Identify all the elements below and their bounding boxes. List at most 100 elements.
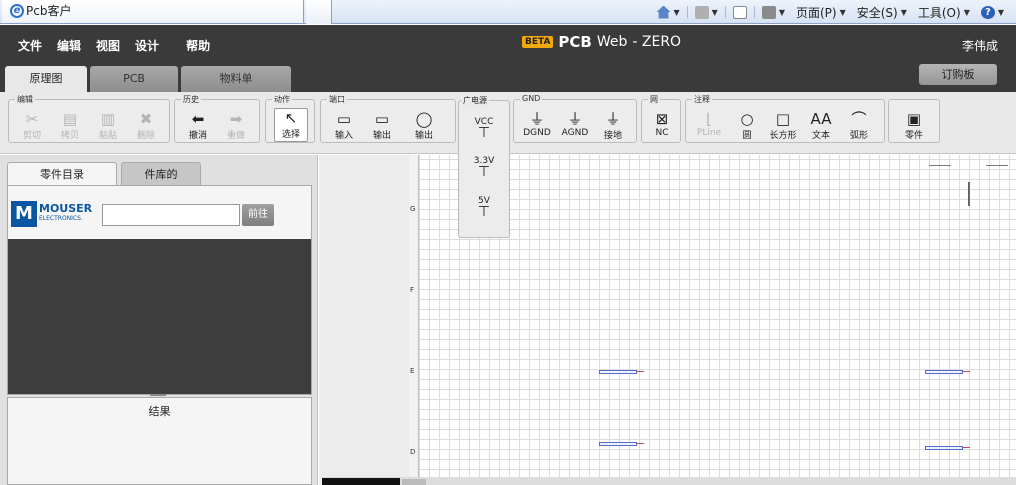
toolgroup-title: GND	[520, 94, 543, 103]
mail-button[interactable]	[729, 1, 751, 23]
horizontal-scrollbar-track[interactable]	[322, 478, 400, 485]
copy-button[interactable]: ▤ 拷贝	[53, 110, 87, 141]
page-menu[interactable]: 页面(P) ▼	[792, 1, 850, 23]
paste-icon: ▥	[100, 110, 116, 128]
horizontal-scrollbar-thumb[interactable]	[402, 479, 426, 485]
dgnd-button[interactable]: ⏚ DGND	[520, 110, 554, 138]
tab-parts-catalog[interactable]: 零件目录	[7, 162, 117, 186]
mouser-wordmark: MOUSER ELECTRONICS.	[39, 203, 92, 224]
view-tabs: 原理图 PCB 物料单	[5, 66, 291, 92]
power-group-title: 广电源	[461, 95, 489, 106]
port-bidir-label: 输出	[414, 131, 433, 141]
circle-icon: ○	[740, 110, 754, 128]
separator	[686, 6, 688, 18]
toolgroup-title: 历史	[181, 94, 201, 105]
home-icon	[656, 5, 671, 19]
menu-edit[interactable]: 编辑	[57, 37, 81, 54]
tab-my-library[interactable]: 件库的	[121, 162, 201, 186]
chevron-down-icon: ▼	[963, 7, 970, 17]
redo-icon: ➡	[229, 110, 243, 128]
earth-button[interactable]: ⏚ 接地	[596, 110, 630, 141]
schematic-part[interactable]	[599, 442, 644, 446]
delete-button[interactable]: ✖ 删除	[129, 110, 163, 141]
toolgroup-annotation: 注释 ⌊ PLine ○ 圆 □ 长方形 AA 文本 ⌒ 弧形	[685, 94, 885, 143]
app-header: 文件 编辑 视图 设计 帮助 BETA PCB Web - ZERO 李伟成 原…	[0, 25, 1016, 92]
print-button[interactable]: ▼	[758, 1, 789, 23]
power-symbol-icon: ⊤	[477, 164, 491, 180]
results-title: 结果	[148, 405, 171, 418]
port-output-button[interactable]: ▭ 输出	[365, 110, 399, 141]
nc-label: NC	[655, 128, 669, 138]
vcc-button[interactable]: VCC ⊤	[459, 117, 509, 140]
order-board-button[interactable]: 订购板	[919, 64, 997, 85]
tab-bom[interactable]: 物料单	[181, 66, 291, 92]
brand-suffix: - ZERO	[632, 34, 682, 50]
rectangle-icon: □	[775, 110, 791, 128]
safety-menu[interactable]: 安全(S) ▼	[853, 1, 911, 23]
panel-splitter-handle[interactable]	[150, 394, 166, 396]
circle-button[interactable]: ○ 圆	[730, 110, 764, 141]
go-button[interactable]: 前往	[242, 204, 274, 226]
paste-button[interactable]: ▥ 粘贴	[91, 110, 125, 141]
agnd-button[interactable]: ⏚ AGND	[558, 110, 592, 138]
toolgroup-gnd: GND ⏚ DGND ⏚ AGND ⏚ 接地	[513, 94, 637, 143]
circle-label: 圆	[742, 131, 752, 141]
brand-web: Web	[596, 34, 628, 50]
pline-label: PLine	[696, 128, 722, 138]
canvas-scroll-indicator[interactable]	[968, 182, 970, 206]
app-window: e Pcb客户 ▼ ▼ ▼ 页面(P) ▼ 安全(S) ▼ 工具(O) ▼ ? ▼ 文件…	[0, 0, 1016, 485]
rectangle-button[interactable]: □ 长方形	[766, 110, 800, 141]
chevron-down-icon: ▼	[839, 7, 846, 17]
menu-help[interactable]: 帮助	[186, 37, 210, 54]
ruler-label: D	[410, 448, 416, 456]
chevron-down-icon: ▼	[900, 7, 907, 17]
select-button[interactable]: ↖ 选择	[274, 108, 308, 142]
parts-search-input[interactable]	[102, 204, 240, 226]
toolgroup-title: 动作	[272, 94, 292, 105]
pline-button[interactable]: ⌊ PLine	[692, 110, 726, 138]
redo-button[interactable]: ➡ 重做	[219, 110, 253, 141]
chevron-down-icon: ▼	[997, 7, 1004, 17]
arc-button[interactable]: ⌒ 弧形	[842, 110, 876, 141]
tab-pcb[interactable]: PCB	[90, 66, 178, 92]
separator	[753, 6, 755, 18]
no-connect-icon: ⊠	[655, 110, 669, 128]
home-button[interactable]: ▼	[653, 1, 684, 23]
menu-file[interactable]: 文件	[18, 37, 42, 54]
5v-button[interactable]: 5V ⊤	[459, 196, 509, 220]
sheet-border-line	[986, 165, 1008, 166]
browser-tab[interactable]: e Pcb客户	[2, 0, 304, 24]
parts-label: 零件	[904, 131, 923, 141]
3v3-button[interactable]: 3.3V ⊤	[459, 156, 509, 180]
new-tab-button[interactable]	[306, 0, 332, 24]
nc-button[interactable]: ⊠ NC	[645, 110, 679, 138]
text-button[interactable]: AA 文本	[804, 110, 838, 141]
port-input-button[interactable]: ▭ 输入	[327, 110, 361, 141]
schematic-part[interactable]	[925, 370, 970, 374]
feeds-button[interactable]: ▼	[691, 1, 722, 23]
safety-menu-label: 安全(S)	[856, 5, 898, 20]
tools-menu[interactable]: 工具(O) ▼	[914, 1, 974, 23]
menu-design[interactable]: 设计	[135, 37, 159, 54]
help-button[interactable]: ? ▼	[977, 1, 1008, 23]
arc-icon: ⌒	[851, 110, 867, 128]
output-port-icon: ▭	[374, 110, 390, 128]
menu-view[interactable]: 视图	[96, 37, 120, 54]
toolgroup-title: 编辑	[15, 94, 35, 105]
sheet-border-line	[929, 165, 951, 166]
port-bidir-button[interactable]: ◯ 输出	[407, 110, 441, 141]
schematic-part[interactable]	[599, 370, 644, 374]
undo-button[interactable]: ⬅ 撤消	[181, 110, 215, 141]
schematic-part[interactable]	[925, 446, 970, 450]
cut-button[interactable]: ✂ 剪切	[15, 110, 49, 141]
mouser-logo: M MOUSER ELECTRONICS.	[11, 201, 92, 227]
chevron-down-icon: ▼	[711, 7, 718, 17]
print-icon	[761, 5, 776, 19]
toolgroup-net: 网 ⊠ NC	[641, 94, 681, 143]
parts-button[interactable]: ▣ 零件	[897, 110, 931, 141]
user-name[interactable]: 李伟成	[962, 37, 998, 54]
power-symbol-icon: ⊤	[477, 204, 491, 220]
tab-schematic[interactable]: 原理图	[5, 66, 87, 92]
undo-icon: ⬅	[191, 110, 205, 128]
text-label: 文本	[811, 131, 830, 141]
